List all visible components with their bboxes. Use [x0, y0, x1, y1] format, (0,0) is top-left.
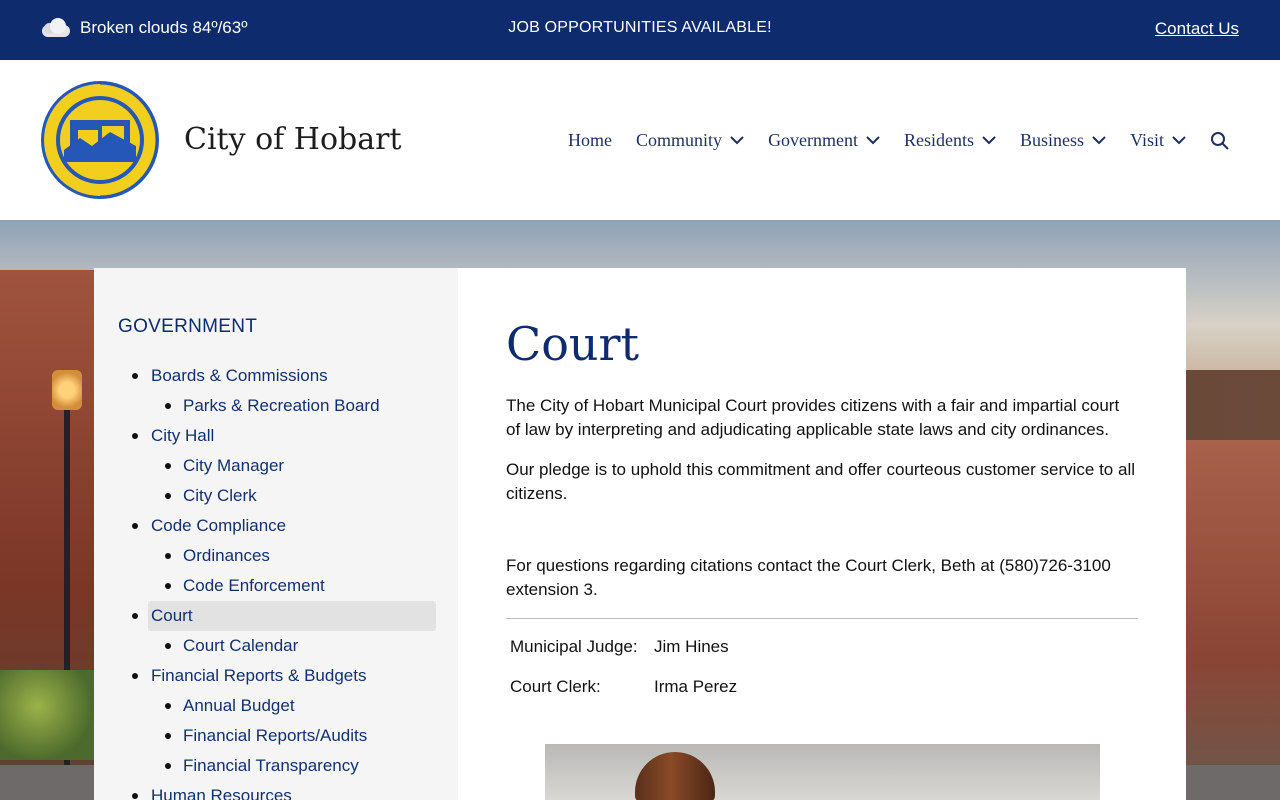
search-icon[interactable] — [1210, 131, 1230, 151]
chevron-down-icon — [982, 136, 996, 145]
sidebar-item-code-enforcement[interactable]: Code Enforcement — [118, 571, 436, 601]
sidebar-item-financial-transparency[interactable]: Financial Transparency — [118, 751, 436, 781]
info-key: Municipal Judge: — [510, 637, 638, 656]
sidebar-item-financial-reports-budgets[interactable]: Financial Reports & Budgets — [118, 661, 436, 691]
sidebar-item-boards-commissions[interactable]: Boards & Commissions — [118, 361, 436, 391]
page-title: Court — [506, 317, 639, 371]
chevron-down-icon — [866, 136, 880, 145]
nav-home[interactable]: Home — [568, 130, 612, 151]
divider — [506, 618, 1138, 619]
sidebar-item-city-clerk[interactable]: City Clerk — [118, 481, 436, 511]
nav-label: Visit — [1130, 130, 1164, 150]
job-opportunities-link[interactable]: JOB OPPORTUNITIES AVAILABLE! — [508, 19, 771, 36]
info-row-clerk: Court Clerk: Irma Perez — [506, 673, 1138, 713]
sidebar-item-city-manager[interactable]: City Manager — [118, 451, 436, 481]
nav-label: Community — [636, 130, 723, 150]
site-name[interactable]: City of Hobart — [184, 122, 402, 157]
content-card: GOVERNMENT Boards & Commissions Parks & … — [94, 268, 1186, 800]
chevron-down-icon — [730, 136, 744, 145]
nav-visit[interactable]: Visit — [1130, 130, 1186, 151]
sidebar-item-code-compliance[interactable]: Code Compliance — [118, 511, 436, 541]
nav-label: Residents — [904, 130, 975, 150]
chevron-down-icon — [1172, 136, 1186, 145]
city-seal-logo[interactable] — [40, 80, 160, 200]
main-content: Court The City of Hobart Municipal Court… — [506, 316, 1138, 713]
contact-us-link[interactable]: Contact Us — [1155, 19, 1239, 39]
sidebar-item-parks-recreation-board[interactable]: Parks & Recreation Board — [118, 391, 436, 421]
sidebar-item-financial-reports-audits[interactable]: Financial Reports/Audits — [118, 721, 436, 751]
nav-government[interactable]: Government — [768, 130, 880, 151]
sidebar-nav: GOVERNMENT Boards & Commissions Parks & … — [94, 268, 458, 800]
info-row-judge: Municipal Judge: Jim Hines — [506, 633, 1138, 673]
info-key: Court Clerk: — [510, 677, 601, 696]
sidebar-item-ordinances[interactable]: Ordinances — [118, 541, 436, 571]
info-value: Jim Hines — [654, 637, 729, 656]
top-bar: Broken clouds 84º/63º JOB OPPORTUNITIES … — [0, 0, 1280, 60]
nav-label: Government — [768, 130, 859, 150]
sidebar-item-court[interactable]: Court — [118, 601, 436, 631]
nav-label: Business — [1020, 130, 1085, 150]
sidebar-item-human-resources[interactable]: Human Resources — [118, 781, 436, 800]
chevron-down-icon — [1092, 136, 1106, 145]
nav-label: Home — [568, 130, 613, 150]
sidebar-item-annual-budget[interactable]: Annual Budget — [118, 691, 436, 721]
sidebar-item-city-hall[interactable]: City Hall — [118, 421, 436, 451]
announcement-banner: JOB OPPORTUNITIES AVAILABLE! — [0, 19, 1280, 37]
nav-community[interactable]: Community — [636, 130, 744, 151]
sidebar-list: Boards & Commissions Parks & Recreation … — [118, 361, 436, 800]
gavel-image — [545, 744, 1100, 800]
info-value: Irma Perez — [654, 677, 738, 696]
nav-business[interactable]: Business — [1020, 130, 1106, 151]
sidebar-title: GOVERNMENT — [118, 316, 258, 337]
sidebar-item-court-calendar[interactable]: Court Calendar — [118, 631, 436, 661]
pledge-paragraph: Our pledge is to uphold this commitment … — [506, 460, 1135, 503]
main-nav: Home Community Government Residents Busi… — [568, 130, 1230, 151]
citations-paragraph: For questions regarding citations contac… — [506, 556, 1111, 599]
site-header: City of Hobart Home Community Government… — [0, 60, 1280, 220]
nav-residents[interactable]: Residents — [904, 130, 996, 151]
intro-paragraph: The City of Hobart Municipal Court provi… — [506, 396, 1120, 439]
